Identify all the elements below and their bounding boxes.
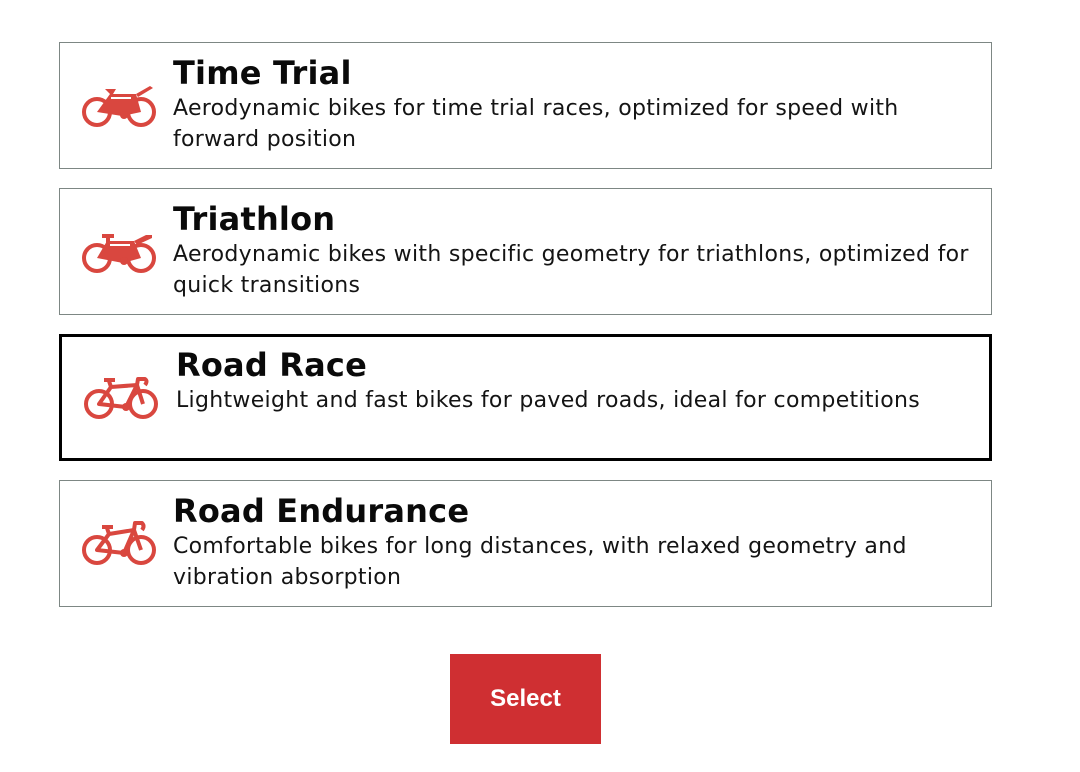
road-race-bike-icon (84, 377, 158, 419)
select-button[interactable]: Select (450, 654, 601, 744)
option-text: Triathlon Aerodynamic bikes with specifi… (173, 200, 971, 301)
bike-type-options: Time Trial Aerodynamic bikes for time tr… (59, 42, 992, 626)
option-description: Aerodynamic bikes for time trial races, … (173, 96, 899, 152)
option-description: Comfortable bikes for long distances, wi… (173, 534, 907, 590)
option-road-race[interactable]: Road Race Lightweight and fast bikes for… (59, 334, 992, 461)
option-time-trial[interactable]: Time Trial Aerodynamic bikes for time tr… (59, 42, 992, 169)
option-title: Road Endurance (173, 492, 470, 530)
option-text: Road Race Lightweight and fast bikes for… (176, 346, 969, 416)
option-road-endurance[interactable]: Road Endurance Comfortable bikes for lon… (59, 480, 992, 607)
triathlon-bike-icon (82, 234, 156, 273)
option-text: Time Trial Aerodynamic bikes for time tr… (173, 54, 971, 155)
option-triathlon[interactable]: Triathlon Aerodynamic bikes with specifi… (59, 188, 992, 315)
option-title: Triathlon (173, 200, 336, 238)
road-endurance-bike-icon (82, 521, 156, 565)
option-description: Aerodynamic bikes with specific geometry… (173, 242, 969, 298)
option-title: Road Race (176, 346, 367, 384)
option-title: Time Trial (173, 54, 352, 92)
time-trial-bike-icon (82, 86, 156, 127)
option-text: Road Endurance Comfortable bikes for lon… (173, 492, 971, 593)
option-description: Lightweight and fast bikes for paved roa… (176, 388, 920, 413)
